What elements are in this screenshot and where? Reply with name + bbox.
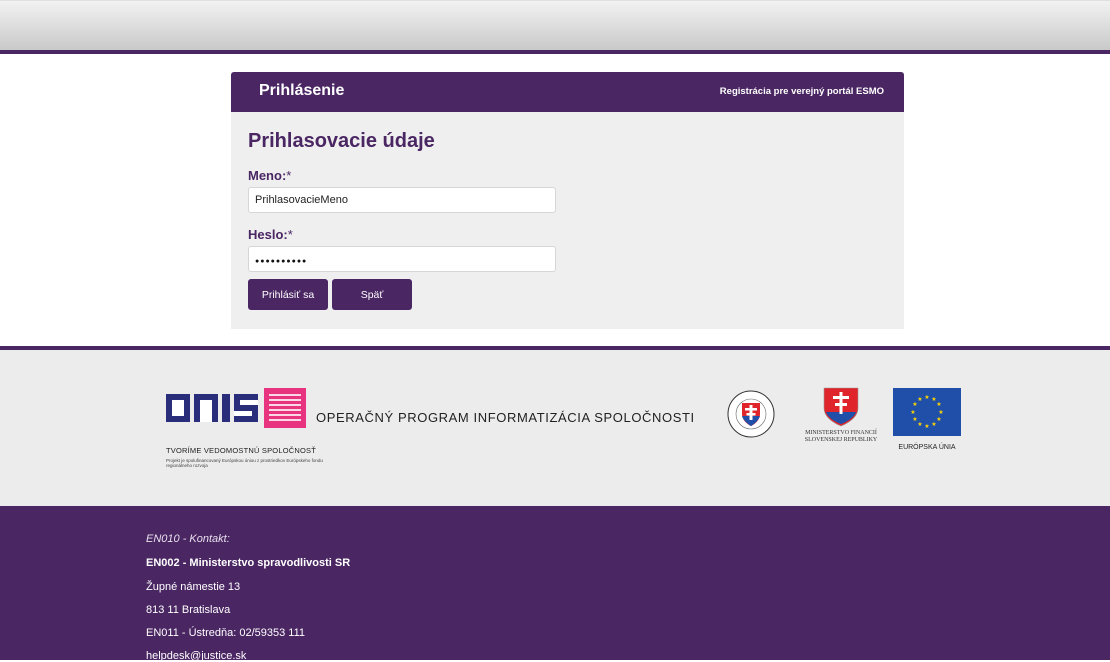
- password-mask: ●●●●●●●●●●: [255, 258, 308, 265]
- eu-caption: EURÓPSKA ÚNIA: [898, 444, 956, 451]
- svg-text:★: ★: [936, 401, 941, 408]
- required-mark: *: [286, 168, 292, 183]
- contact-phone: EN011 - Ústredňa: 02/59353 111: [146, 627, 305, 639]
- password-label-text: Heslo:: [248, 227, 288, 242]
- ministry-caption: MINISTERSTVO FINANCIÍ SLOVENSKEJ REPUBLI…: [797, 430, 885, 444]
- svg-text:★: ★: [938, 409, 943, 416]
- svg-text:★: ★: [924, 423, 929, 430]
- opis-tagline: TVORÍME VEDOMOSTNÚ SPOLOČNOSŤ: [166, 446, 316, 455]
- registration-link[interactable]: Registrácia pre verejný portál ESMO: [720, 86, 884, 97]
- svg-text:★: ★: [910, 409, 915, 416]
- svg-text:★: ★: [936, 416, 941, 423]
- svg-text:★: ★: [931, 421, 936, 428]
- top-header-bar: [0, 0, 1110, 54]
- svg-text:★: ★: [912, 416, 917, 423]
- ministry-caption-line2: SLOVENSKEJ REPUBLIKY: [804, 437, 878, 443]
- svg-text:★: ★: [917, 421, 922, 428]
- login-button[interactable]: Prihlásiť sa: [248, 279, 328, 310]
- login-panel: Prihlásenie Registrácia pre verejný port…: [231, 72, 904, 329]
- contact-organization: EN002 - Ministerstvo spravodlivosti SR: [146, 557, 351, 569]
- partner-logos-band: TVORÍME VEDOMOSTNÚ SPOLOČNOSŤ Projekt je…: [0, 346, 1110, 506]
- government-office-seal-icon: [727, 390, 775, 438]
- password-label: Heslo:*: [248, 227, 293, 242]
- username-label-text: Meno:: [248, 168, 287, 183]
- required-mark: *: [287, 227, 293, 242]
- cofinancing-note: Projekt je spolufinancovaný Európskou ún…: [166, 458, 323, 468]
- password-input[interactable]: ●●●●●●●●●●: [248, 246, 556, 272]
- program-name: OPERAČNÝ PROGRAM INFORMATIZÁCIA SPOLOČNO…: [316, 410, 695, 425]
- back-button[interactable]: Späť: [332, 279, 412, 310]
- contact-email-link[interactable]: helpdesk@justice.sk: [146, 650, 246, 662]
- slovak-coat-of-arms-icon: [823, 387, 859, 427]
- eu-flag-icon: ★ ★ ★ ★ ★ ★ ★ ★ ★ ★ ★ ★: [893, 388, 961, 436]
- username-label: Meno:*: [248, 168, 291, 183]
- contact-street: Župné námestie 13: [146, 581, 241, 593]
- contact-heading: EN010 - Kontakt:: [146, 533, 230, 545]
- contact-city: 813 11 Bratislava: [146, 604, 231, 616]
- username-input[interactable]: [248, 187, 556, 213]
- login-panel-header: Prihlásenie Registrácia pre verejný port…: [231, 72, 904, 112]
- section-title: Prihlasovacie údaje: [248, 130, 435, 152]
- svg-text:★: ★: [924, 394, 929, 401]
- opis-logo: [166, 388, 306, 428]
- contact-footer: EN010 - Kontakt: EN002 - Ministerstvo sp…: [0, 506, 1110, 662]
- svg-text:★: ★: [917, 396, 922, 403]
- panel-title: Prihlásenie: [259, 82, 345, 99]
- ministry-caption-line1: MINISTERSTVO FINANCIÍ: [805, 430, 877, 436]
